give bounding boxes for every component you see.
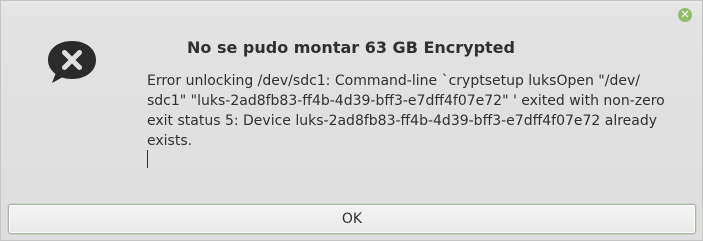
close-icon[interactable]: ✕ [678,8,692,22]
dialog-title: No se pudo montar 63 GB Encrypted [187,38,515,57]
error-dialog: ✕ No se pudo montar 63 GB Encrypted Erro… [0,0,703,241]
ok-button[interactable]: OK [8,204,696,234]
error-speech-bubble-icon [48,41,96,83]
error-message: Error unlocking /dev/sdc1: Command-line … [147,73,665,149]
text-caret [147,150,148,168]
